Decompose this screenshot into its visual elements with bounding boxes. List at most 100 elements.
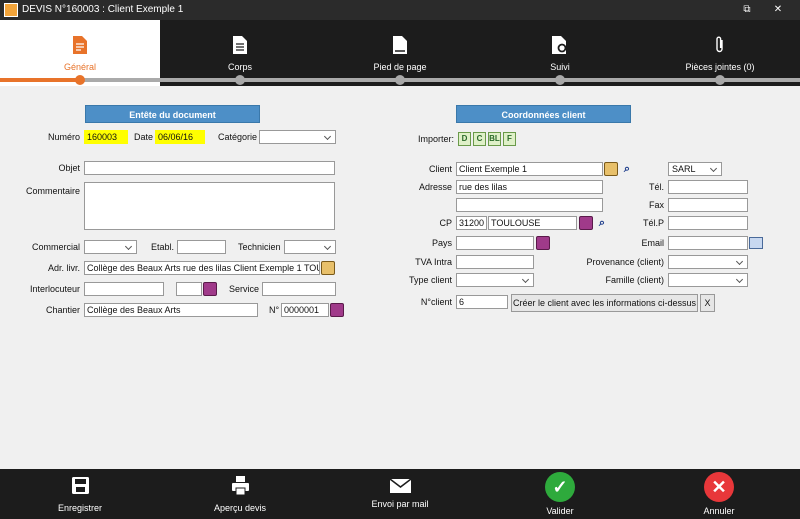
adresse-label: Adresse xyxy=(418,182,452,192)
adresse-field[interactable]: rue des lilas xyxy=(456,180,603,194)
cancel-icon: ✕ xyxy=(704,472,734,502)
nclient-label: N°client xyxy=(420,297,452,307)
ville-binoculars-icon[interactable]: ⌕ xyxy=(594,216,610,230)
paperclip-icon xyxy=(716,36,723,53)
objet-field[interactable] xyxy=(84,161,335,175)
importer-label: Importer: xyxy=(418,134,455,144)
nclient-field[interactable]: 6 xyxy=(456,295,508,309)
ville-field[interactable]: TOULOUSE xyxy=(488,216,577,230)
tab-suivi-label: Suivi xyxy=(550,62,570,72)
categorie-label: Catégorie xyxy=(218,132,258,142)
adr-livr-field[interactable]: Collège des Beaux Arts rue des lilas Cli… xyxy=(84,261,320,275)
document-icon xyxy=(73,36,87,54)
cp-label: CP xyxy=(439,218,452,228)
tel-field[interactable] xyxy=(668,180,748,194)
save-label: Enregistrer xyxy=(57,503,102,513)
import-f-button[interactable]: F xyxy=(503,132,516,146)
step-dot-pieces-jointes xyxy=(715,75,725,85)
email-button[interactable]: Envoi par mail xyxy=(360,469,440,519)
numero-field[interactable]: 160003 xyxy=(84,130,128,144)
num-label: N° xyxy=(269,305,280,315)
chantier-book-icon[interactable] xyxy=(330,303,344,317)
clear-x-button[interactable]: X xyxy=(700,294,715,312)
import-bl-button[interactable]: BL xyxy=(488,132,501,146)
interlocuteur-code-field[interactable] xyxy=(176,282,202,296)
email-label-text: Envoi par mail xyxy=(371,499,429,509)
num-field[interactable]: 0000001 xyxy=(281,303,329,317)
interlocuteur-field[interactable] xyxy=(84,282,164,296)
etabl-label: Etabl. xyxy=(151,242,175,252)
step-dot-general xyxy=(75,75,85,85)
commentaire-field[interactable] xyxy=(84,182,335,230)
type-label: Type client xyxy=(408,275,452,285)
header-section-title: Entête du document xyxy=(85,105,260,123)
create-client-button[interactable]: Créer le client avec les informations ci… xyxy=(511,294,698,312)
print-icon xyxy=(232,476,249,495)
ville-book-icon[interactable] xyxy=(579,216,593,230)
famille-label: Famille (client) xyxy=(605,275,664,285)
provenance-select[interactable] xyxy=(668,255,748,269)
client-field[interactable]: Client Exemple 1 xyxy=(456,162,603,176)
service-field[interactable] xyxy=(262,282,336,296)
import-d-button[interactable]: D xyxy=(458,132,471,146)
forme-select[interactable]: SARL xyxy=(668,162,722,176)
validate-button[interactable]: ✓ Valider xyxy=(520,469,600,519)
email-send-icon[interactable] xyxy=(749,237,763,249)
client-person-icon[interactable] xyxy=(604,162,618,176)
document-gear-icon xyxy=(552,36,567,54)
numero-label: Numéro xyxy=(47,132,80,142)
commercial-select[interactable] xyxy=(84,240,137,254)
tel-label: Tél. xyxy=(648,182,664,192)
page-icon xyxy=(393,36,407,54)
preview-button[interactable]: Aperçu devis xyxy=(200,469,280,519)
provenance-label: Provenance (client) xyxy=(586,257,664,267)
adresse2-field[interactable] xyxy=(456,198,603,212)
adr-livr-label: Adr. livr. xyxy=(47,263,80,273)
mail-icon xyxy=(390,479,411,493)
address-book-icon[interactable] xyxy=(321,261,335,275)
date-field[interactable]: 06/06/16 xyxy=(155,130,205,144)
fax-field[interactable] xyxy=(668,198,748,212)
restore-button[interactable]: ⧉ xyxy=(735,2,759,18)
tab-pied-de-page-label: Pied de page xyxy=(373,62,427,72)
interlocuteur-book-icon[interactable] xyxy=(203,282,217,296)
commercial-label: Commercial xyxy=(31,242,80,252)
fax-label: Fax xyxy=(648,200,664,210)
step-dot-suivi xyxy=(555,75,565,85)
tab-pieces-jointes-label: Pièces jointes (0) xyxy=(685,62,755,72)
close-button[interactable]: ✕ xyxy=(766,2,790,18)
cancel-label: Annuler xyxy=(703,506,735,516)
objet-label: Objet xyxy=(58,163,80,173)
client-label: Client xyxy=(428,164,452,174)
date-label: Date xyxy=(134,132,154,142)
categorie-select[interactable] xyxy=(259,130,336,144)
tva-label: TVA Intra xyxy=(415,257,452,267)
famille-select[interactable] xyxy=(668,273,748,287)
save-button[interactable]: Enregistrer xyxy=(40,469,120,519)
document-lines-icon xyxy=(233,36,247,54)
title-bar: DEVIS N°160003 : Client Exemple 1 ⧉ ✕ xyxy=(0,0,800,20)
pays-field[interactable] xyxy=(456,236,534,250)
telp-field[interactable] xyxy=(668,216,748,230)
pays-label: Pays xyxy=(431,238,452,248)
pays-book-icon[interactable] xyxy=(536,236,550,250)
service-label: Service xyxy=(229,284,260,294)
email-label: Email xyxy=(641,238,664,248)
etabl-field[interactable] xyxy=(177,240,226,254)
type-select[interactable] xyxy=(456,273,534,287)
action-bar: Enregistrer Aperçu devis Envoi par mail … xyxy=(0,469,800,519)
window-title: DEVIS N°160003 : Client Exemple 1 xyxy=(22,4,184,15)
tab-corps-label: Corps xyxy=(227,62,252,72)
cp-field[interactable]: 31200 xyxy=(456,216,487,230)
tva-field[interactable] xyxy=(456,255,534,269)
step-dot-pied-de-page xyxy=(395,75,405,85)
import-c-button[interactable]: C xyxy=(473,132,486,146)
telp-label: Tél.P xyxy=(642,218,664,228)
binoculars-icon[interactable]: ⌕ xyxy=(619,162,635,176)
technicien-select[interactable] xyxy=(284,240,336,254)
app-icon xyxy=(4,3,18,17)
email-field[interactable] xyxy=(668,236,748,250)
cancel-button[interactable]: ✕ Annuler xyxy=(679,469,759,519)
progress-fill xyxy=(0,78,80,82)
chantier-field[interactable]: Collège des Beaux Arts xyxy=(84,303,258,317)
